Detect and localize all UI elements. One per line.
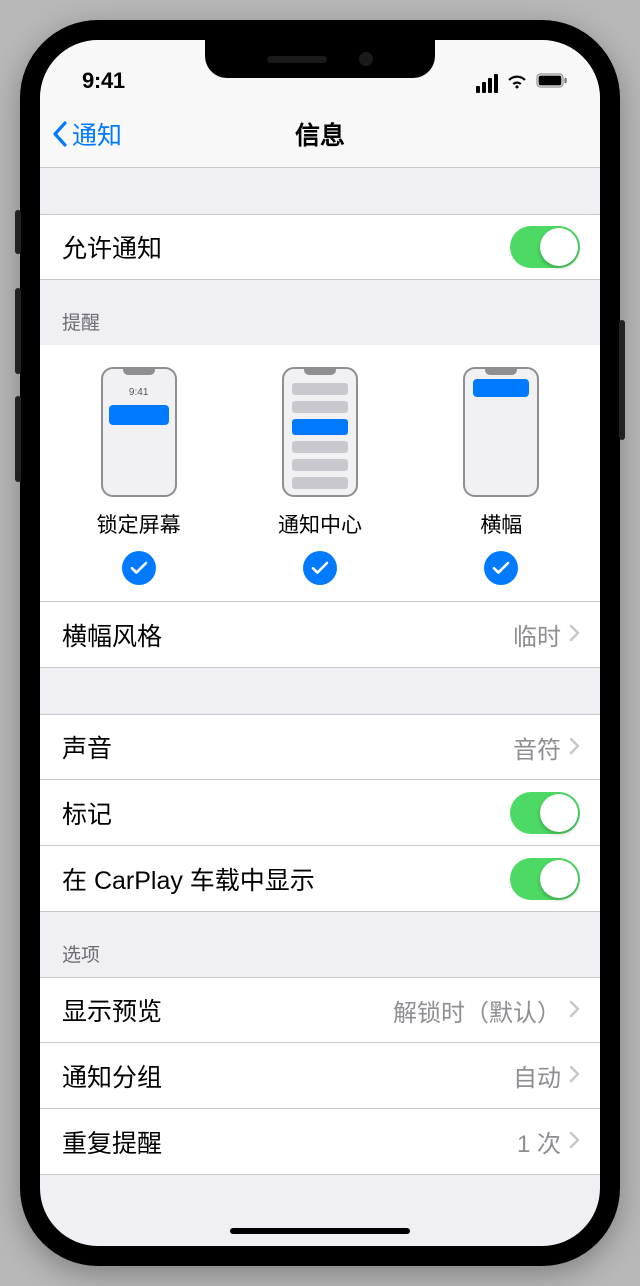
lock-screen-preview-icon: 9:41 [101,367,177,497]
allow-notifications-switch[interactable] [510,226,580,268]
wifi-icon [506,72,528,94]
badges-row: 标记 [40,780,600,846]
allow-notifications-row: 允许通知 [40,214,600,280]
sounds-value: 音符 [513,730,561,765]
alert-option-label: 锁定屏幕 [97,509,181,539]
status-time: 9:41 [82,68,125,94]
chevron-right-icon [569,996,580,1025]
banner-style-value: 临时 [513,617,561,652]
alerts-section: 9:41 锁定屏幕 通知中心 [40,345,600,602]
badges-label: 标记 [62,795,510,831]
side-button [619,320,625,440]
screen: 9:41 通知 信息 允许通知 [40,40,600,1246]
carplay-switch[interactable] [510,858,580,900]
alert-option-banners[interactable]: 横幅 [412,367,592,585]
page-title: 信息 [295,116,345,152]
mute-switch [15,210,21,254]
alert-option-label: 通知中心 [278,509,362,539]
chevron-right-icon [569,733,580,762]
alerts-header: 提醒 [40,280,600,345]
check-circle-icon [303,551,337,585]
notification-center-preview-icon [282,367,358,497]
repeat-alerts-value: 1 次 [517,1124,561,1159]
nav-bar: 通知 信息 [40,100,600,168]
check-circle-icon [484,551,518,585]
check-circle-icon [122,551,156,585]
chevron-left-icon [52,121,68,147]
show-previews-value: 解锁时（默认） [393,993,561,1028]
banner-preview-icon [463,367,539,497]
show-previews-label: 显示预览 [62,992,393,1028]
volume-down-button [15,396,21,482]
notification-grouping-label: 通知分组 [62,1058,513,1094]
repeat-alerts-label: 重复提醒 [62,1124,517,1160]
carplay-row: 在 CarPlay 车载中显示 [40,846,600,912]
repeat-alerts-row[interactable]: 重复提醒 1 次 [40,1109,600,1175]
front-camera [359,52,373,66]
alert-option-notification-center[interactable]: 通知中心 [230,367,410,585]
options-header: 选项 [40,912,600,977]
notification-grouping-row[interactable]: 通知分组 自动 [40,1043,600,1109]
sounds-row[interactable]: 声音 音符 [40,714,600,780]
phone-frame: 9:41 通知 信息 允许通知 [20,20,620,1266]
show-previews-row[interactable]: 显示预览 解锁时（默认） [40,977,600,1043]
notification-grouping-value: 自动 [513,1058,561,1093]
banner-style-label: 横幅风格 [62,617,513,653]
badges-switch[interactable] [510,792,580,834]
alert-option-lock-screen[interactable]: 9:41 锁定屏幕 [49,367,229,585]
cellular-signal-icon [476,74,498,93]
speaker-grill [267,56,327,63]
allow-notifications-label: 允许通知 [62,229,510,265]
alert-option-label: 横幅 [480,509,522,539]
notch [205,40,435,78]
back-label: 通知 [72,116,122,152]
chevron-right-icon [569,1127,580,1156]
chevron-right-icon [569,620,580,649]
sounds-label: 声音 [62,729,513,765]
banner-style-row[interactable]: 横幅风格 临时 [40,602,600,668]
carplay-label: 在 CarPlay 车载中显示 [62,861,510,897]
volume-up-button [15,288,21,374]
home-indicator[interactable] [230,1228,410,1234]
battery-icon [536,73,568,93]
back-button[interactable]: 通知 [40,116,122,152]
chevron-right-icon [569,1061,580,1090]
